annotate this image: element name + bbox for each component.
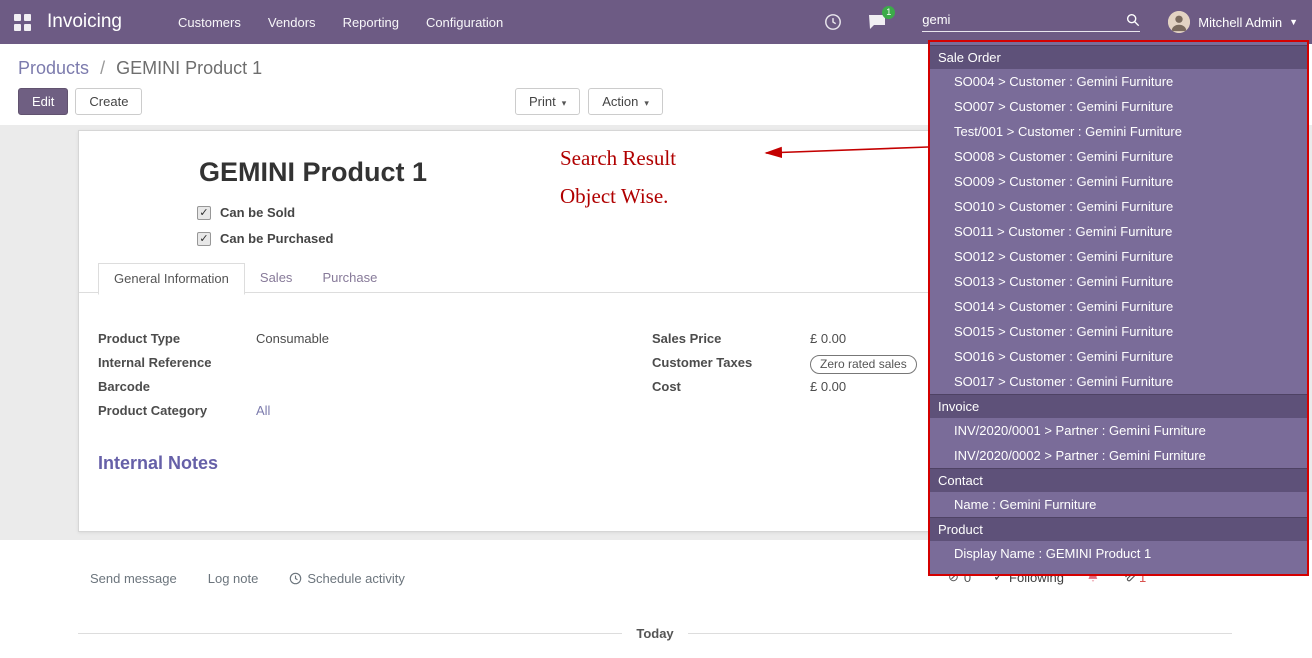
checkbox-label: Can be Purchased <box>220 231 333 246</box>
checkbox[interactable]: ✓ <box>197 206 211 220</box>
activities-clock-icon[interactable] <box>824 13 842 31</box>
dropdown-item[interactable]: SO009 > Customer : Gemini Furniture <box>930 169 1307 194</box>
annotation-arrow-icon <box>752 138 932 166</box>
field-label: Barcode <box>98 379 256 394</box>
search-icon[interactable] <box>1126 13 1140 27</box>
dropdown-item[interactable]: SO012 > Customer : Gemini Furniture <box>930 244 1307 269</box>
navbar-menus: Customers Vendors Reporting Configuration <box>178 15 503 30</box>
nav-menu-reporting[interactable]: Reporting <box>343 15 399 30</box>
dropdown-item[interactable]: SO004 > Customer : Gemini Furniture <box>930 69 1307 94</box>
chevron-down-icon: ▾ <box>644 98 649 108</box>
product-title: GEMINI Product 1 <box>199 157 427 188</box>
dropdown-item[interactable]: INV/2020/0001 > Partner : Gemini Furnitu… <box>930 418 1307 443</box>
tab-sales[interactable]: Sales <box>245 263 308 295</box>
breadcrumb-current: GEMINI Product 1 <box>116 58 262 78</box>
field-row: Barcode <box>98 379 643 399</box>
tab-purchase[interactable]: Purchase <box>307 263 392 295</box>
dropdown-group-invoice: Invoice <box>930 394 1307 418</box>
dropdown-group-contact: Contact <box>930 468 1307 492</box>
dropdown-item[interactable]: SO013 > Customer : Gemini Furniture <box>930 269 1307 294</box>
action-dropdown-button[interactable]: Action ▾ <box>588 88 663 115</box>
chevron-down-icon: ▾ <box>562 98 567 108</box>
breadcrumb-separator: / <box>100 58 105 78</box>
nav-menu-customers[interactable]: Customers <box>178 15 241 30</box>
field-row: Product TypeConsumable <box>98 331 643 351</box>
app-title[interactable]: Invoicing <box>47 11 122 33</box>
nav-menu-vendors[interactable]: Vendors <box>268 15 316 30</box>
divider-line <box>78 633 622 634</box>
divider-line <box>688 633 1232 634</box>
annotation-line2: Object Wise. <box>560 184 676 209</box>
navbar-search <box>922 12 1140 32</box>
dropdown-item[interactable]: SO010 > Customer : Gemini Furniture <box>930 194 1307 219</box>
field-label: Product Category <box>98 403 256 418</box>
print-label: Print <box>529 94 556 109</box>
messages-badge: 1 <box>882 6 895 19</box>
field-value: £ 0.00 <box>810 331 846 346</box>
breadcrumb: Products / GEMINI Product 1 <box>18 58 262 79</box>
send-message-button[interactable]: Send message <box>90 571 177 586</box>
today-label: Today <box>636 626 673 641</box>
user-menu[interactable]: Mitchell Admin <box>1198 15 1282 30</box>
checkbox-label: Can be Sold <box>220 205 295 220</box>
nav-menu-configuration[interactable]: Configuration <box>426 15 503 30</box>
today-divider: Today <box>78 626 1232 641</box>
create-button[interactable]: Create <box>75 88 142 115</box>
clock-icon <box>289 572 302 585</box>
field-label: Sales Price <box>652 331 810 346</box>
navbar-right: 1 Mitchell Admin ▼ <box>824 11 1312 33</box>
dropdown-item[interactable]: INV/2020/0002 > Partner : Gemini Furnitu… <box>930 443 1307 468</box>
field-label: Cost <box>652 379 810 394</box>
top-navbar: Invoicing Customers Vendors Reporting Confi… <box>0 0 1312 44</box>
dropdown-item[interactable]: SO016 > Customer : Gemini Furniture <box>930 344 1307 369</box>
annotation: Search Result Object Wise. <box>560 146 676 222</box>
screen: Invoicing Customers Vendors Reporting Confi… <box>0 0 1312 658</box>
checkbox-group: ✓ Can be Sold ✓ Can be Purchased <box>197 205 333 257</box>
dropdown-item[interactable]: SO017 > Customer : Gemini Furniture <box>930 369 1307 394</box>
dropdown-group-product: Product <box>930 517 1307 541</box>
print-dropdown-button[interactable]: Print ▾ <box>515 88 580 115</box>
dropdown-item[interactable]: SO008 > Customer : Gemini Furniture <box>930 144 1307 169</box>
form-buttons: Edit Create <box>18 88 142 115</box>
checkbox[interactable]: ✓ <box>197 232 211 246</box>
toolbar-dropdowns: Print ▾ Action ▾ <box>515 88 663 115</box>
internal-notes-heading: Internal Notes <box>98 453 218 474</box>
avatar[interactable] <box>1168 11 1190 33</box>
field-value: £ 0.00 <box>810 379 846 394</box>
field-row: Product CategoryAll <box>98 403 643 423</box>
field-label: Customer Taxes <box>652 355 810 370</box>
action-label: Action <box>602 94 638 109</box>
tab-general-information[interactable]: General Information <box>98 263 245 295</box>
tax-tag[interactable]: Zero rated sales <box>810 355 917 374</box>
field-row: Internal Reference <box>98 355 643 375</box>
dropdown-item[interactable]: Name : Gemini Furniture <box>930 492 1307 517</box>
breadcrumb-products-link[interactable]: Products <box>18 58 89 78</box>
dropdown-item[interactable]: SO007 > Customer : Gemini Furniture <box>930 94 1307 119</box>
edit-button[interactable]: Edit <box>18 88 68 115</box>
checkbox-row: ✓ Can be Sold <box>197 205 333 220</box>
field-label: Internal Reference <box>98 355 256 370</box>
annotation-line1: Search Result <box>560 146 676 171</box>
dropdown-item[interactable]: Display Name : GEMINI Product 1 <box>930 541 1307 566</box>
schedule-activity-label: Schedule activity <box>307 571 405 586</box>
apps-menu-icon[interactable] <box>14 14 31 31</box>
messages-icon[interactable]: 1 <box>868 13 886 31</box>
field-value: Consumable <box>256 331 329 346</box>
dropdown-item[interactable]: SO014 > Customer : Gemini Furniture <box>930 294 1307 319</box>
dropdown-item[interactable]: SO011 > Customer : Gemini Furniture <box>930 219 1307 244</box>
chevron-down-icon[interactable]: ▼ <box>1289 17 1298 27</box>
log-note-button[interactable]: Log note <box>208 571 259 586</box>
schedule-activity-button[interactable]: Schedule activity <box>289 571 405 586</box>
field-value[interactable]: All <box>256 403 270 418</box>
fields-left: Product TypeConsumableInternal Reference… <box>98 331 643 427</box>
search-input[interactable] <box>922 12 1126 27</box>
dropdown-group-sale-order: Sale Order <box>930 45 1307 69</box>
dropdown-item[interactable]: Test/001 > Customer : Gemini Furniture <box>930 119 1307 144</box>
field-label: Product Type <box>98 331 256 346</box>
chatter-actions: Send message Log note Schedule activity <box>90 571 405 586</box>
checkbox-row: ✓ Can be Purchased <box>197 231 333 246</box>
search-dropdown: Sale OrderSO004 > Customer : Gemini Furn… <box>928 40 1309 576</box>
dropdown-item[interactable]: SO015 > Customer : Gemini Furniture <box>930 319 1307 344</box>
search-dropdown-list: Sale OrderSO004 > Customer : Gemini Furn… <box>930 45 1307 566</box>
